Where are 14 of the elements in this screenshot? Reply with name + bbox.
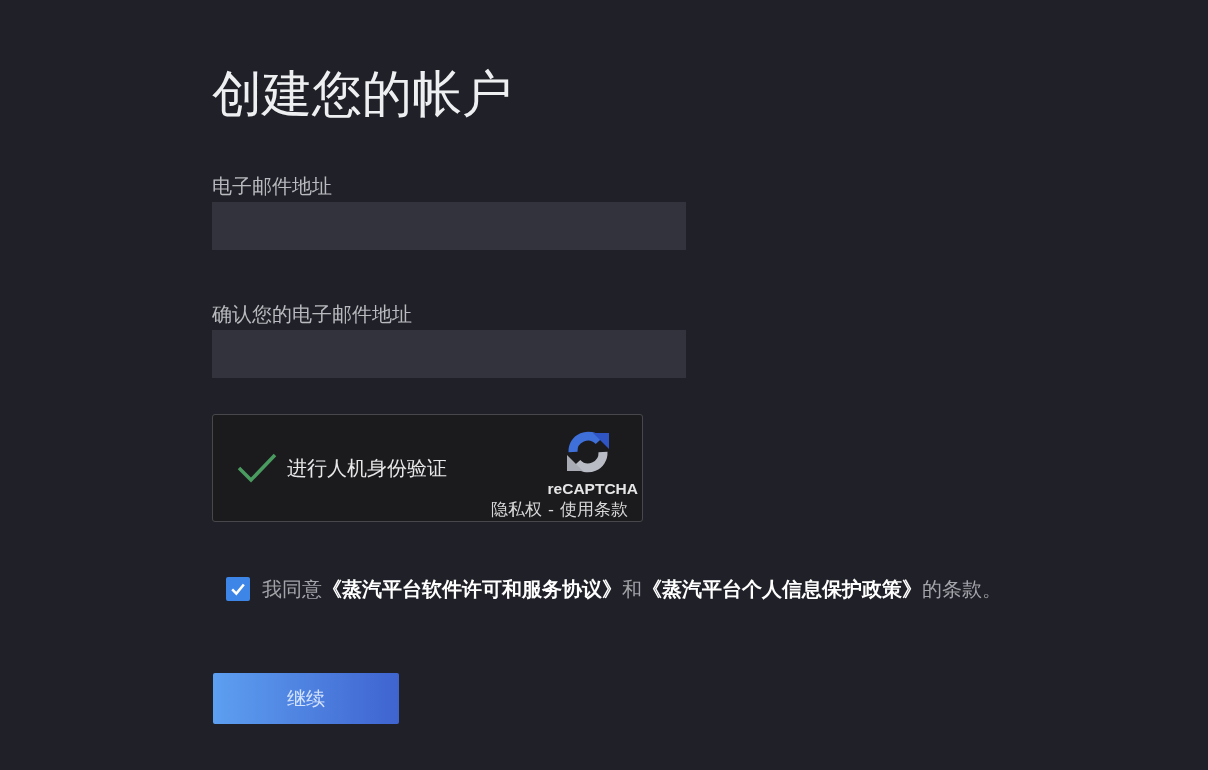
link-separator: - (548, 500, 554, 520)
agreement-checkbox[interactable] (226, 577, 250, 601)
agreement-text: 我同意《蒸汽平台软件许可和服务协议》和《蒸汽平台个人信息保护政策》的条款。 (262, 577, 1002, 601)
page-title: 创建您的帐户 (212, 64, 512, 125)
footer-link[interactable]: 隐私权 (491, 500, 543, 520)
policy-link[interactable]: 《蒸汽平台个人信息保护政策》 (642, 577, 922, 601)
field-label: 电子邮件地址 (212, 176, 332, 198)
captcha-prompt: 进行人机身份验证 (287, 454, 447, 482)
policy-link[interactable]: 《蒸汽平台软件许可和服务协议》 (322, 577, 622, 601)
field-label: 确认您的电子邮件地址 (212, 304, 412, 326)
checkmark-icon[interactable] (237, 453, 277, 483)
captcha-brand: reCAPTCHA (547, 480, 638, 498)
footer-link[interactable]: 使用条款 (560, 500, 628, 520)
circular-arrows-icon (565, 429, 611, 475)
